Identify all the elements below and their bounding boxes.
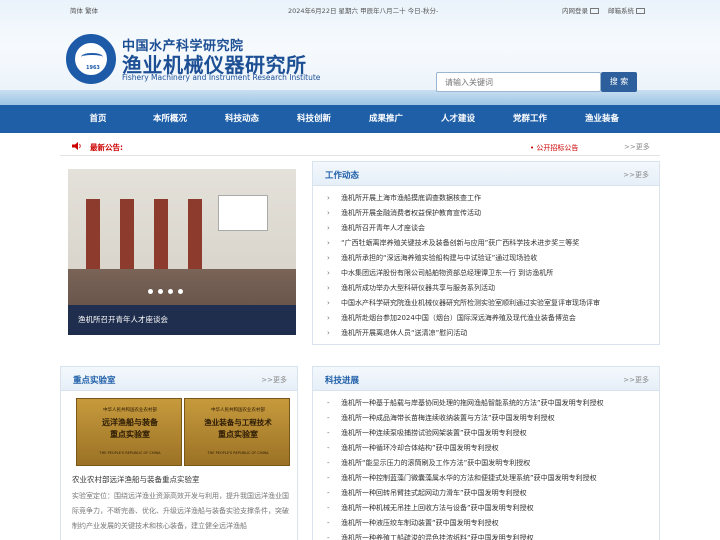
plaque-text: 中华人民共和国农业农村部 (211, 408, 265, 413)
photo-window (120, 199, 134, 269)
top-bar: 简体 繁体 2024年6月22日 星期六 甲辰年八月二十 今日-秋分- 内网登录… (0, 0, 720, 18)
list-item[interactable]: 渔机所一种连续泵吸捕捞试验网架装置”获中国发明专利授权 (327, 426, 604, 441)
photo-screen (218, 195, 268, 231)
site-header: 简体 繁体 2024年6月22日 星期六 甲辰年八月二十 今日-秋分- 内网登录… (0, 0, 720, 105)
panel-header: 重点实验室 >>更多 (61, 367, 297, 391)
mail-system-link[interactable]: 邮箱系统 (608, 5, 645, 15)
list-item[interactable]: 渔机所一种控制蓝藻门微囊藻属水华的方法和便捷式处理系统”获中国发明专利授权 (327, 471, 604, 486)
login-icon (590, 8, 599, 14)
work-news-list: 渔机所开展上海市渔船摸底调查数据核查工作 渔机所开展金融消费者权益保护教育宣传活… (327, 191, 600, 341)
list-item[interactable]: 中国水产科学研究院渔业机械仪器研究所检测实验室顺利通过实验室复评审现场评审 (327, 296, 600, 311)
list-item[interactable]: 渔机所开展上海市渔船摸底调查数据核查工作 (327, 191, 600, 206)
list-item[interactable]: 渔机所成功举办大型科研仪器共享与服务系列活动 (327, 281, 600, 296)
work-news-panel: 工作动态 >>更多 渔机所开展上海市渔船摸底调查数据核查工作 渔机所开展金融消费… (312, 161, 660, 345)
speaker-icon (72, 142, 81, 150)
list-item[interactable]: 渔机所召开青年人才座谈会 (327, 221, 600, 236)
lab-name[interactable]: 农业农村部远洋渔船与装备重点实验室 (72, 474, 200, 485)
search-button[interactable]: 搜 索 (601, 72, 637, 92)
notice-item[interactable]: • 公开招标公告 (530, 143, 578, 153)
photo-window (188, 199, 202, 269)
progress-more-link[interactable]: >>更多 (623, 375, 649, 385)
list-item[interactable]: 渔机所“能显示压力的滚筒刷及工作方法”获中国发明专利授权 (327, 456, 604, 471)
language-switch[interactable]: 简体 繁体 (70, 5, 98, 15)
tech-progress-list: 渔机所一种基于船载与岸基协同处理的拖网渔船智能系统的方法”获中国发明专利授权 渔… (327, 396, 604, 540)
list-item[interactable]: 渔机所赴烟台参加2024中国（烟台）国际深远海养殖及现代渔业装备博览会 (327, 311, 600, 326)
tech-progress-panel: 科技进展 >>更多 渔机所一种基于船载与岸基协同处理的拖网渔船智能系统的方法”获… (312, 366, 660, 540)
slide-dots (148, 287, 188, 296)
nav-talent[interactable]: 人才建设 (428, 105, 488, 133)
list-item[interactable]: 渔机所一种循环冷却合体结构”获中国发明专利授权 (327, 441, 604, 456)
institute-logo[interactable]: 1963 (66, 34, 116, 84)
list-item[interactable]: 渔机所承担的“深远海养殖实验船构建与中试验证”通过现场验收 (327, 251, 600, 266)
slide-dot[interactable] (168, 289, 173, 294)
logo-year: 1963 (86, 65, 100, 71)
institute-name-en: Fishery Machinery and Instrument Researc… (122, 73, 321, 82)
panel-title: 科技进展 (325, 376, 360, 386)
plaque-text: THE PEOPLE'S REPUBLIC OF CHINA (207, 451, 269, 455)
plaque-text: THE PEOPLE'S REPUBLIC OF CHINA (99, 451, 161, 455)
nav-equipment[interactable]: 渔业装备 (572, 105, 632, 133)
notice-label: 最新公告: (90, 143, 123, 152)
lab-plaque-image[interactable]: 中华人民共和国农业农村部 远洋渔船与装备 重点实验室 THE PEOPLE'S … (76, 398, 182, 466)
photo-window (86, 199, 100, 269)
list-item[interactable]: “广西牡蛎离岸养殖关键技术及装备创新与应用”获广西科学技术进步奖三等奖 (327, 236, 600, 251)
search-box (436, 72, 601, 92)
plaque-text: 重点实验室 (110, 430, 150, 439)
nav-home[interactable]: 首页 (68, 105, 128, 133)
plaque-text: 中华人民共和国农业农村部 (103, 408, 157, 413)
search-input[interactable] (437, 73, 600, 91)
nav-party[interactable]: 党群工作 (500, 105, 560, 133)
lab-more-link[interactable]: >>更多 (261, 375, 287, 385)
main-nav: 首页 本所概况 科技动态 科技创新 成果推广 人才建设 党群工作 渔业装备 (0, 105, 720, 133)
lab-description: 实验室定位：围绕远洋渔业资源高效开发与利用，提升我国远洋渔业国际竞争力，不断完善… (72, 492, 289, 530)
nav-about[interactable]: 本所概况 (140, 105, 200, 133)
panel-header: 工作动态 >>更多 (313, 162, 659, 186)
lab-plaque-image[interactable]: 中华人民共和国农业农村部 渔业装备与工程技术 重点实验室 THE PEOPLE'… (184, 398, 290, 466)
intranet-login-link[interactable]: 内网登录 (562, 5, 599, 15)
list-item[interactable]: 中水集团远洋股份有限公司船舶物资部总经理谭卫东一行 到访渔机所 (327, 266, 600, 281)
nav-tech-news[interactable]: 科技动态 (212, 105, 272, 133)
nav-innovation[interactable]: 科技创新 (284, 105, 344, 133)
panel-header: 科技进展 >>更多 (313, 367, 659, 391)
panel-title: 重点实验室 (73, 376, 116, 386)
plaque-text: 重点实验室 (218, 430, 258, 439)
logo-inner-ring: 1963 (74, 42, 108, 76)
photo-window (154, 199, 168, 269)
list-item[interactable]: 渔机所一种基于船载与岸基协同处理的拖网渔船智能系统的方法”获中国发明专利授权 (327, 396, 604, 411)
notice-bar: 最新公告: • 公开招标公告 >>更多 (60, 138, 660, 156)
list-item[interactable]: 渔机所一种机械无吊挂上回收方法与设备”获中国发明专利授权 (327, 501, 604, 516)
slide-dot[interactable] (178, 289, 183, 294)
slide-dot[interactable] (158, 289, 163, 294)
wave-icon (81, 53, 103, 61)
plaque-text: 远洋渔船与装备 (102, 418, 158, 427)
notice-more-link[interactable]: >>更多 (624, 142, 650, 152)
work-more-link[interactable]: >>更多 (623, 170, 649, 180)
slide-dot[interactable] (148, 289, 153, 294)
list-item[interactable]: 渔机所一种回转吊臂挂式起网动力滑车”获中国发明专利授权 (327, 486, 604, 501)
list-item[interactable]: 渔机所一种养殖工船疏浚的混色挂浓纸料”获中国发明专利授权 (327, 531, 604, 540)
header-banner-wave (0, 90, 720, 105)
slide-caption[interactable]: 渔机所召开青年人才座谈会 (68, 305, 296, 335)
panel-title: 工作动态 (325, 171, 360, 181)
list-item[interactable]: 渔机所开展金融消费者权益保护教育宣传活动 (327, 206, 600, 221)
plaque-text: 渔业装备与工程技术 (204, 418, 272, 427)
list-item[interactable]: 渔机所一种液压绞车制动装置”获中国发明专利授权 (327, 516, 604, 531)
news-slideshow[interactable]: 渔机所召开青年人才座谈会 (68, 169, 296, 335)
mail-icon (636, 8, 645, 14)
date-display: 2024年6月22日 星期六 甲辰年八月二十 今日-秋分- (288, 7, 439, 15)
list-item[interactable]: 渔机所一种成品海带长苗梅连续收纳装置与方法”获中国发明专利授权 (327, 411, 604, 426)
nav-achievements[interactable]: 成果推广 (356, 105, 416, 133)
list-item[interactable]: 渔机所开展离退休人员“送清凉”慰问活动 (327, 326, 600, 341)
